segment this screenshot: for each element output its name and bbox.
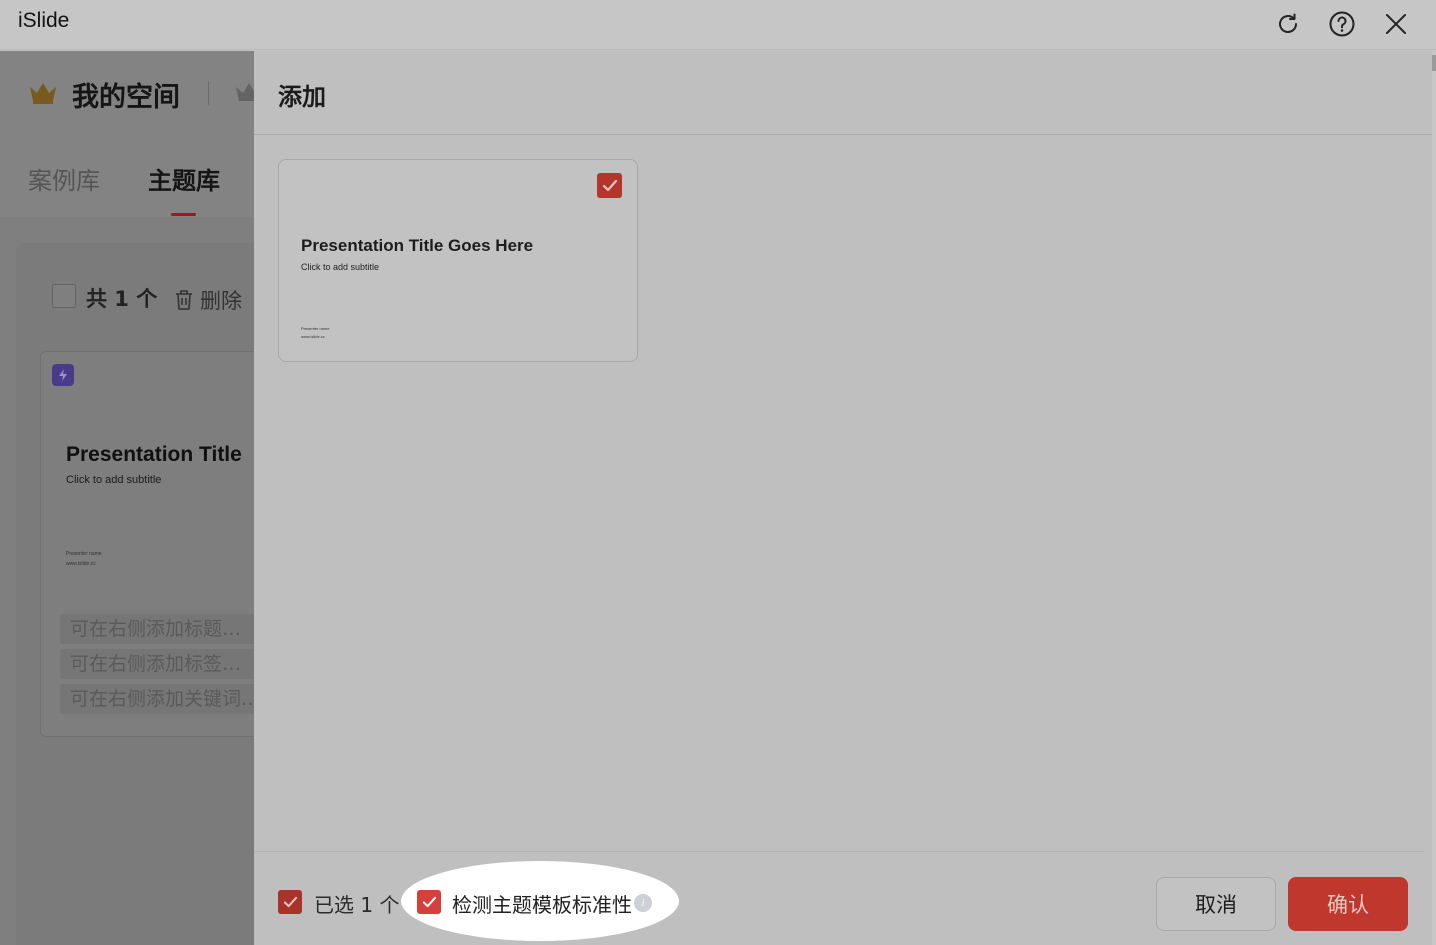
delete-button[interactable]: 删除 [174,285,242,315]
space-header: 我的空间 [0,51,254,135]
check-icon [422,896,436,907]
help-button[interactable] [1324,6,1360,42]
trash-icon [176,290,192,310]
tab-case-library[interactable]: 案例库 [28,161,100,196]
dialog-title: 添加 [278,83,326,111]
library-tabs: 案例库 主题库 [0,135,254,217]
check-icon [283,896,297,907]
info-icon[interactable]: i [634,894,652,912]
template-card[interactable] [40,351,254,737]
add-dialog: 添加 Presentation Title Goes Here Click to… [254,51,1436,945]
check-icon [602,179,617,191]
thumbnail-title: Presentation Title Goes Here [301,236,534,255]
detect-standard-checkbox[interactable] [417,890,441,914]
thumbnail-presenter: Presenter name [301,326,330,331]
cancel-button[interactable]: 取消 [1156,877,1276,931]
refresh-icon [1279,13,1297,33]
help-icon [1329,11,1355,37]
delete-label: 删除 [200,289,242,313]
close-button[interactable] [1378,6,1414,42]
total-count: 共 1 个 [86,287,158,311]
thumbnail-checkbox[interactable] [597,173,622,198]
space-title: 我的空间 [72,82,180,113]
template-presenter: Presenter name [66,551,102,557]
template-thumbnail[interactable]: Presentation Title Goes Here Click to ad… [278,159,638,362]
scrollbar[interactable] [1432,51,1436,945]
tag-field[interactable]: 可在右侧添加标签… [60,649,254,679]
title-field[interactable]: 可在右侧添加标题… [60,614,254,644]
title-bar: iSlide [0,0,1436,50]
refresh-button[interactable] [1270,6,1306,42]
select-all-checkbox[interactable] [52,284,76,308]
detect-standard-label: 检测主题模板标准性 [452,893,632,917]
selected-checkbox[interactable] [278,890,302,914]
thumbnail-site: www.islide.cc [301,334,325,339]
crown-icon [236,83,254,101]
dialog-footer: 已选 1 个 检测主题模板标准性 i 取消 确认 [254,851,1424,945]
template-subtitle: Click to add subtitle [66,474,162,486]
crown-icon [30,83,56,104]
app-title: iSlide [18,9,70,32]
confirm-button[interactable]: 确认 [1288,877,1408,931]
bolt-icon [52,364,74,386]
dialog-header: 添加 [254,51,1432,135]
active-tab-indicator [171,213,196,216]
thumbnail-subtitle: Click to add subtitle [301,262,380,272]
tab-theme-library[interactable]: 主题库 [148,161,220,196]
header-divider [208,81,209,105]
close-icon [1386,14,1406,34]
template-title: Presentation Title [66,443,242,466]
scrollbar-thumb[interactable] [1432,55,1436,71]
template-site: www.islide.cc [66,561,96,567]
selected-count-label: 已选 1 个 [314,893,400,917]
left-panel: 我的空间 案例库 主题库 共 1 个 删除 Presentation Title… [0,51,254,945]
keyword-field[interactable]: 可在右侧添加关键词… [60,684,254,714]
